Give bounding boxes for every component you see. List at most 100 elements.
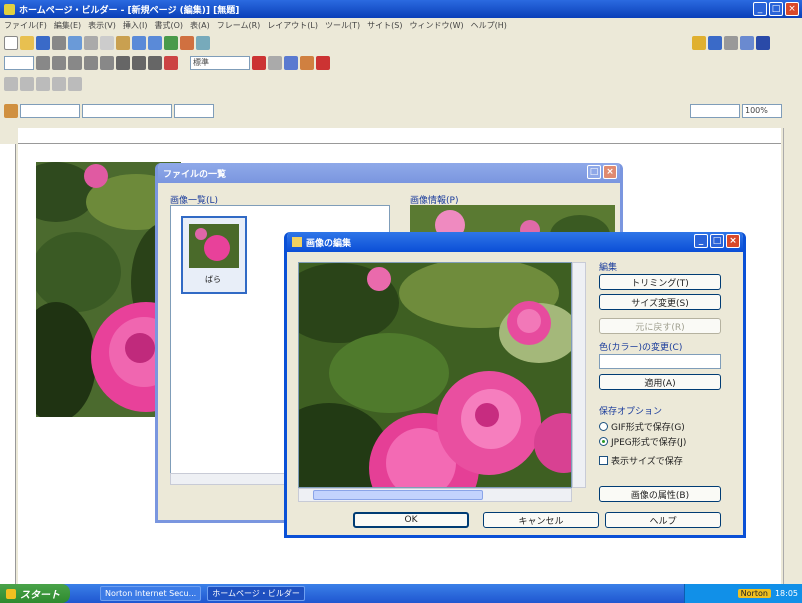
table-icon[interactable]	[196, 36, 210, 50]
revert-button[interactable]: 元に戻す(R)	[599, 318, 721, 334]
grid-icon[interactable]	[740, 36, 754, 50]
save-size-checkbox[interactable]: 表示サイズで保存	[599, 454, 683, 467]
resize-button[interactable]: サイズ変更(S)	[599, 294, 721, 310]
align-center-icon[interactable]	[52, 56, 66, 70]
system-tray: Norton 18:05	[684, 584, 802, 603]
file-list-dialog-titlebar: ファイルの一覧 □ ×	[158, 163, 620, 183]
list-icon[interactable]	[84, 56, 98, 70]
move-icon[interactable]	[20, 77, 34, 91]
close-button[interactable]: ×	[785, 2, 799, 16]
thumbnail-image	[189, 224, 239, 268]
undo-icon[interactable]	[132, 36, 146, 50]
menu-table[interactable]: 表(A)	[190, 20, 210, 31]
print-icon[interactable]	[52, 36, 66, 50]
app-title: ホームページ・ビルダー - [新規ページ (編集)] [無題]	[19, 5, 240, 16]
edit-dialog-close-button[interactable]: ×	[726, 234, 740, 248]
menu-edit[interactable]: 編集(E)	[54, 20, 81, 31]
taskbar-item-norton[interactable]: Norton Internet Secu...	[100, 586, 202, 601]
zoom-select[interactable]	[690, 104, 740, 118]
redo-icon[interactable]	[148, 36, 162, 50]
bold-icon[interactable]	[116, 56, 130, 70]
maximize-button[interactable]: □	[769, 2, 783, 16]
art-icon[interactable]	[300, 56, 314, 70]
group-icon[interactable]	[52, 77, 66, 91]
scroll-thumb[interactable]	[313, 490, 483, 500]
site-icon[interactable]	[692, 36, 706, 50]
copy-icon[interactable]	[100, 36, 114, 50]
arrange-icon[interactable]	[36, 77, 50, 91]
save-icon[interactable]	[36, 36, 50, 50]
layout-icon[interactable]	[724, 36, 738, 50]
color-select[interactable]	[599, 354, 721, 369]
shape-icon[interactable]	[284, 56, 298, 70]
ok-button[interactable]: OK	[353, 512, 469, 528]
help-button[interactable]: ヘルプ	[605, 512, 721, 528]
view-icon[interactable]	[756, 36, 770, 50]
order-icon[interactable]	[68, 77, 82, 91]
link-icon[interactable]	[164, 36, 178, 50]
menu-frame[interactable]: フレーム(R)	[217, 20, 261, 31]
list-dialog-max-button[interactable]: □	[587, 165, 601, 179]
menu-site[interactable]: サイト(S)	[367, 20, 402, 31]
preview-vertical-scrollbar[interactable]	[572, 262, 586, 488]
publish-icon[interactable]	[708, 36, 722, 50]
taskbar-item-builder[interactable]: ホームページ・ビルダー	[207, 586, 305, 601]
edit-dialog-maximize-button[interactable]: □	[710, 234, 724, 248]
tools-icon[interactable]	[316, 56, 330, 70]
edit-preview-image	[298, 262, 572, 488]
apply-button[interactable]: 適用(A)	[599, 374, 721, 390]
style-select[interactable]	[4, 56, 34, 70]
cancel-button[interactable]: キャンセル	[483, 512, 599, 528]
font-color-icon[interactable]	[164, 56, 178, 70]
clock: 18:05	[774, 589, 798, 598]
jpeg-radio-label: JPEG形式で保存(J)	[611, 438, 687, 448]
new-icon[interactable]	[4, 36, 18, 50]
thumbnail-item[interactable]: ばら	[181, 216, 247, 294]
align-left-icon[interactable]	[36, 56, 50, 70]
thumbnail-caption: ばら	[205, 275, 221, 284]
align-right-icon[interactable]	[68, 56, 82, 70]
menu-file[interactable]: ファイル(F)	[4, 20, 47, 31]
save-size-label: 表示サイズで保存	[611, 457, 683, 467]
italic-icon[interactable]	[132, 56, 146, 70]
menu-insert[interactable]: 挿入(I)	[123, 20, 148, 31]
preview-icon[interactable]	[68, 36, 82, 50]
image-edit-dialog-title: 画像の編集	[306, 238, 352, 249]
paste-icon[interactable]	[116, 36, 130, 50]
trim-button[interactable]: トリミング(T)	[599, 274, 721, 290]
taskbar: スタート Norton Internet Secu... ホームページ・ビルダー…	[0, 584, 802, 603]
insert-icon[interactable]	[252, 56, 266, 70]
html-edit-tab[interactable]	[82, 104, 172, 118]
menu-layout[interactable]: レイアウト(L)	[267, 20, 318, 31]
edit-mode-icon[interactable]	[4, 104, 18, 118]
menu-tools[interactable]: ツール(T)	[325, 20, 360, 31]
gif-radio[interactable]: GIF形式で保存(G)	[599, 420, 685, 433]
image-properties-button[interactable]: 画像の属性(B)	[599, 486, 721, 502]
font-select[interactable]: 標準	[190, 56, 250, 70]
gif-radio-label: GIF形式で保存(G)	[611, 423, 685, 433]
edit-dialog-minimize-button[interactable]: _	[694, 234, 708, 248]
menu-format[interactable]: 書式(O)	[154, 20, 183, 31]
norton-task-label: Norton Internet Secu...	[105, 589, 197, 598]
page-edit-tab[interactable]	[20, 104, 80, 118]
edit-group-label: 編集	[599, 263, 618, 273]
preview-tab[interactable]	[174, 104, 214, 118]
image-icon[interactable]	[180, 36, 194, 50]
cut-icon[interactable]	[84, 36, 98, 50]
norton-tray-badge[interactable]: Norton	[737, 589, 771, 598]
minimize-button[interactable]: _	[753, 2, 767, 16]
underline-icon[interactable]	[148, 56, 162, 70]
jpeg-radio[interactable]: JPEG形式で保存(J)	[599, 435, 686, 448]
preview-horizontal-scrollbar[interactable]	[298, 488, 572, 502]
indent-icon[interactable]	[100, 56, 114, 70]
open-icon[interactable]	[20, 36, 34, 50]
frame-icon[interactable]	[268, 56, 282, 70]
menu-window[interactable]: ウィンドウ(W)	[409, 20, 463, 31]
menu-view[interactable]: 表示(V)	[88, 20, 116, 31]
windows-logo-icon	[6, 588, 16, 599]
start-button[interactable]: スタート	[0, 584, 70, 603]
list-dialog-close-button[interactable]: ×	[603, 165, 617, 179]
size-select[interactable]: 100%	[742, 104, 782, 118]
frame-layout-icon[interactable]	[4, 77, 18, 91]
menu-help[interactable]: ヘルプ(H)	[471, 20, 507, 31]
